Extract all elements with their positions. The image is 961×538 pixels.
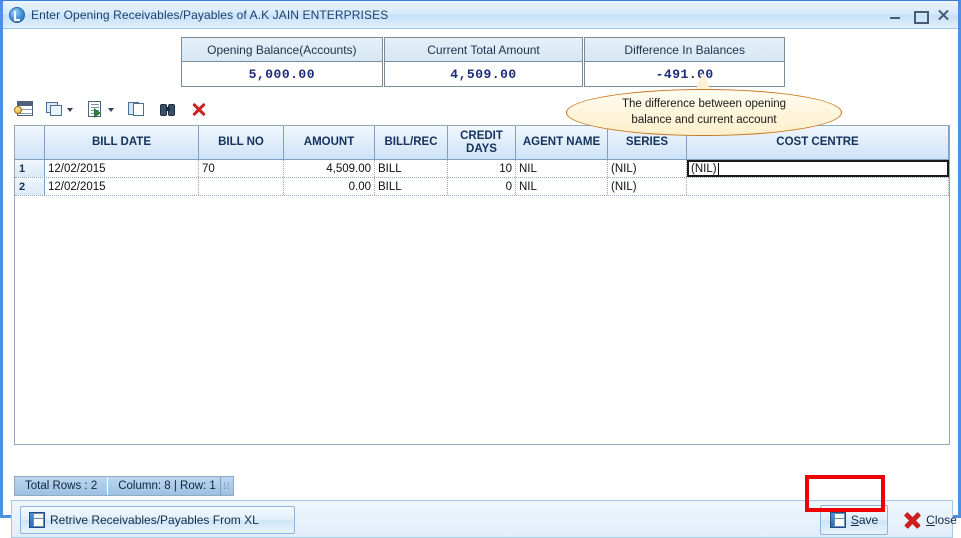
callout-line-1: The difference between opening bbox=[622, 98, 786, 110]
resize-grip-icon[interactable]: ⁞⁞ bbox=[221, 477, 233, 495]
callout-text: The difference between opening balance a… bbox=[600, 97, 808, 128]
toolbar-button-export[interactable] bbox=[86, 100, 116, 119]
bottom-button-bar: Retrive Receivables/Payables From XL Sav… bbox=[11, 500, 953, 538]
difference-in-balances-box: Difference In Balances -491.00 bbox=[584, 37, 785, 87]
opening-balance-box: Opening Balance(Accounts) 5,000.00 bbox=[181, 37, 383, 87]
minimize-icon[interactable] bbox=[889, 9, 902, 22]
column-header-amount[interactable]: AMOUNT bbox=[284, 126, 375, 159]
cell-bill-date[interactable]: 12/02/2015 bbox=[45, 178, 199, 195]
save-button[interactable]: Save bbox=[820, 505, 888, 535]
opening-balance-value: 5,000.00 bbox=[182, 62, 382, 86]
cell-cost-centre[interactable] bbox=[687, 178, 949, 195]
floppy-disk-icon bbox=[830, 512, 846, 528]
difference-in-balances-value: -491.00 bbox=[585, 62, 784, 86]
grid-key-icon bbox=[14, 100, 34, 119]
save-button-label: Save bbox=[851, 513, 878, 527]
cell-credit-days[interactable]: 10 bbox=[448, 160, 516, 177]
table-row[interactable]: 1 12/02/2015 70 4,509.00 BILL 10 NIL (NI… bbox=[15, 160, 949, 178]
cell-agent-name[interactable]: NIL bbox=[516, 160, 608, 177]
toolbar-button-delete[interactable] bbox=[189, 100, 209, 119]
chevron-down-icon[interactable] bbox=[107, 100, 116, 118]
cell-series[interactable]: (NIL) bbox=[608, 160, 687, 177]
retrive-from-xl-label: Retrive Receivables/Payables From XL bbox=[50, 513, 259, 527]
cell-bill-rec[interactable]: BILL bbox=[375, 160, 448, 177]
cell-amount[interactable]: 4,509.00 bbox=[284, 160, 375, 177]
toolbar-button-copy[interactable] bbox=[45, 100, 75, 119]
current-total-amount-label: Current Total Amount bbox=[385, 38, 583, 62]
opening-balance-label: Opening Balance(Accounts) bbox=[182, 38, 382, 62]
chevron-down-icon[interactable] bbox=[66, 100, 75, 118]
column-header-bill-rec[interactable]: BILL/REC bbox=[375, 126, 448, 159]
grid-corner-cell bbox=[15, 126, 45, 159]
column-header-bill-no[interactable]: BILL NO bbox=[199, 126, 284, 159]
column-header-credit-days[interactable]: CREDIT DAYS bbox=[448, 126, 516, 159]
status-total-rows: Total Rows : 2 bbox=[15, 477, 108, 495]
column-header-agent-name[interactable]: AGENT NAME bbox=[516, 126, 608, 159]
callout-line-2: balance and current account bbox=[631, 114, 776, 126]
export-document-icon bbox=[86, 100, 106, 119]
difference-callout: The difference between opening balance a… bbox=[566, 89, 842, 136]
grid-header-row: BILL DATE BILL NO AMOUNT BILL/REC CREDIT… bbox=[15, 126, 949, 160]
save-accel: S bbox=[851, 513, 859, 527]
delete-red-x-icon bbox=[189, 100, 209, 119]
grid-status-bar: Total Rows : 2 Column: 8 | Row: 1 ⁞⁞ bbox=[14, 476, 234, 496]
close-button[interactable]: Close bbox=[894, 505, 961, 535]
cell-series[interactable]: (NIL) bbox=[608, 178, 687, 195]
close-icon[interactable] bbox=[937, 9, 950, 22]
row-number[interactable]: 1 bbox=[15, 160, 45, 177]
app-circle-icon bbox=[9, 7, 25, 23]
floppy-disk-icon bbox=[29, 512, 45, 528]
receivables-grid[interactable]: BILL DATE BILL NO AMOUNT BILL/REC CREDIT… bbox=[14, 125, 950, 445]
red-x-icon bbox=[903, 511, 921, 529]
row-number[interactable]: 2 bbox=[15, 178, 45, 195]
close-accel: C bbox=[926, 513, 935, 527]
window-controls bbox=[889, 1, 950, 29]
binoculars-find-icon bbox=[158, 100, 178, 119]
column-header-bill-date[interactable]: BILL DATE bbox=[45, 126, 199, 159]
save-rest: ave bbox=[859, 513, 878, 527]
current-total-amount-value: 4,509.00 bbox=[385, 62, 583, 86]
cell-bill-rec[interactable]: BILL bbox=[375, 178, 448, 195]
cell-bill-no[interactable]: 70 bbox=[199, 160, 284, 177]
maximize-icon[interactable] bbox=[913, 9, 926, 22]
cell-cost-centre-editing[interactable]: (NIL) bbox=[687, 160, 949, 177]
status-cursor-position: Column: 8 | Row: 1 bbox=[108, 477, 221, 495]
cell-cost-centre-value: (NIL) bbox=[691, 163, 717, 175]
toolbar-button-find[interactable] bbox=[158, 100, 178, 119]
application-window: Enter Opening Receivables/Payables of A.… bbox=[0, 0, 961, 518]
window-title: Enter Opening Receivables/Payables of A.… bbox=[31, 8, 388, 22]
cell-credit-days[interactable]: 0 bbox=[448, 178, 516, 195]
text-cursor bbox=[718, 163, 719, 175]
cell-amount[interactable]: 0.00 bbox=[284, 178, 375, 195]
copy-windows-icon bbox=[45, 100, 65, 119]
current-total-amount-box: Current Total Amount 4,509.00 bbox=[384, 37, 584, 87]
close-button-label: Close bbox=[926, 513, 957, 527]
toolbar-button-grid-key[interactable] bbox=[14, 100, 34, 119]
title-bar[interactable]: Enter Opening Receivables/Payables of A.… bbox=[3, 1, 958, 29]
duplicate-pages-icon bbox=[127, 100, 147, 119]
close-rest: lose bbox=[935, 513, 957, 527]
cell-bill-no[interactable] bbox=[199, 178, 284, 195]
client-area: Opening Balance(Accounts) 5,000.00 Curre… bbox=[3, 29, 958, 515]
cell-agent-name[interactable]: NIL bbox=[516, 178, 608, 195]
toolbar-button-duplicate[interactable] bbox=[127, 100, 147, 119]
difference-in-balances-label: Difference In Balances bbox=[585, 38, 784, 62]
cell-bill-date[interactable]: 12/02/2015 bbox=[45, 160, 199, 177]
table-row[interactable]: 2 12/02/2015 0.00 BILL 0 NIL (NIL) bbox=[15, 178, 949, 196]
retrive-from-xl-button[interactable]: Retrive Receivables/Payables From XL bbox=[20, 506, 295, 534]
